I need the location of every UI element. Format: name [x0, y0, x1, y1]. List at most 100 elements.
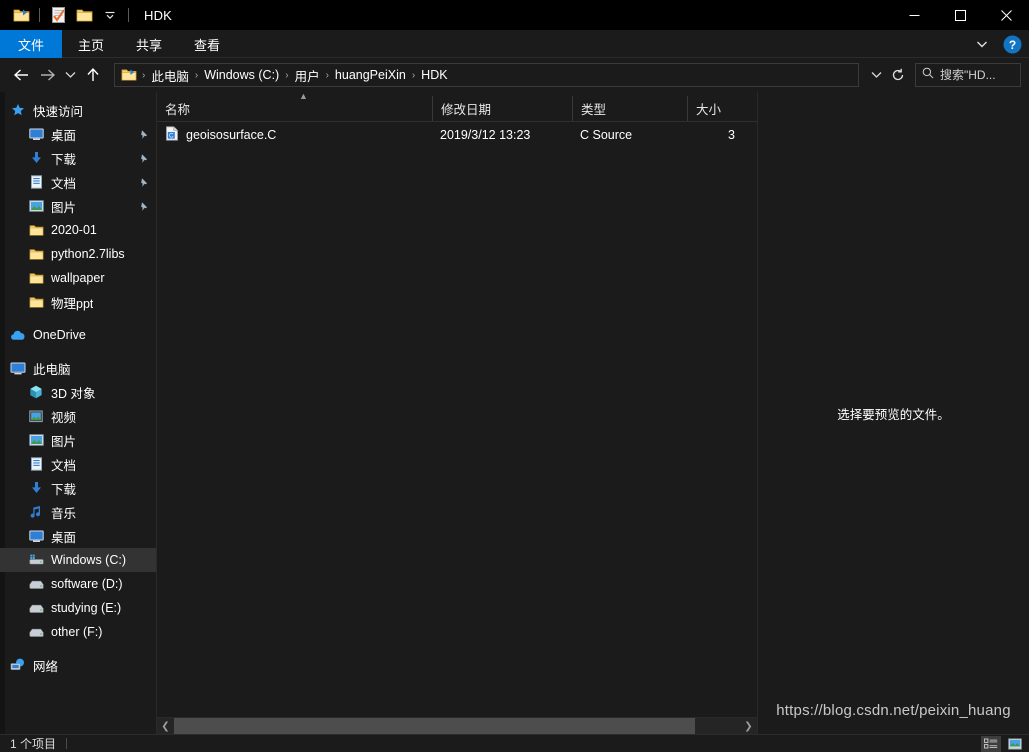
search-input[interactable]	[940, 68, 1014, 82]
sidebar-gap-2	[0, 347, 156, 356]
recent-locations-chevron-down-icon[interactable]	[60, 62, 80, 88]
sidebar-item-2020-01[interactable]: 2020-01	[0, 218, 156, 242]
tab-file[interactable]: 文件	[0, 30, 63, 58]
navigation-pane[interactable]: 快速访问 桌面 下载 文档 图片 2020-01 python2.7libs w…	[0, 92, 157, 734]
sidebar-item-studying-e[interactable]: studying (E:)	[0, 596, 156, 620]
back-button[interactable]	[8, 62, 34, 88]
explorer-body: 快速访问 桌面 下载 文档 图片 2020-01 python2.7libs w…	[0, 91, 1029, 735]
column-header-type[interactable]: 类型	[572, 96, 687, 121]
sidebar-item-documents-pc[interactable]: 文档	[0, 452, 156, 476]
tab-view[interactable]: 查看	[178, 30, 236, 58]
pin-icon[interactable]	[139, 129, 150, 140]
breadcrumb-item-2[interactable]: 用户	[290, 66, 325, 85]
table-row[interactable]: C geoisosurface.C 2019/3/12 13:23 C Sour…	[157, 122, 757, 148]
chevron-right-icon[interactable]: ❯	[740, 718, 757, 735]
sidebar-item-label: 图片	[51, 434, 77, 449]
view-mode-buttons	[981, 735, 1025, 752]
breadcrumb-item-0[interactable]: 此电脑	[146, 66, 194, 85]
file-name-cell[interactable]: C geoisosurface.C	[157, 126, 432, 144]
sidebar-item-label: 桌面	[51, 530, 77, 545]
checklist-icon[interactable]	[45, 3, 71, 27]
watermark-text: https://blog.csdn.net/peixin_huang	[776, 702, 1011, 719]
column-header-date-label: 修改日期	[441, 103, 492, 117]
sidebar-item-label: 下载	[51, 482, 77, 497]
sidebar-item-software-d[interactable]: software (D:)	[0, 572, 156, 596]
large-icons-view-icon[interactable]	[1005, 736, 1025, 752]
column-header-size[interactable]: 大小	[687, 96, 747, 121]
horizontal-scrollbar[interactable]: ❮ ❯	[157, 717, 757, 735]
sidebar-item-onedrive[interactable]: OneDrive	[0, 323, 156, 347]
sidebar-group-quick-access[interactable]: 快速访问	[0, 98, 156, 122]
sidebar-item-documents[interactable]: 文档	[0, 170, 156, 194]
sidebar-item-music[interactable]: 音乐	[0, 500, 156, 524]
sidebar-item-windows-c[interactable]: Windows (C:)	[0, 548, 156, 572]
network-icon	[9, 658, 27, 672]
sidebar-item-label: 视频	[51, 410, 77, 425]
scrollbar-track[interactable]	[174, 717, 740, 735]
sidebar-item-downloads[interactable]: 下载	[0, 146, 156, 170]
folder-properties-icon[interactable]	[8, 3, 34, 27]
up-button[interactable]	[80, 62, 106, 88]
system-drive-icon	[27, 554, 45, 566]
tab-home[interactable]: 主页	[62, 30, 120, 58]
search-box[interactable]	[915, 63, 1021, 87]
maximize-icon[interactable]	[937, 0, 983, 30]
minimize-icon[interactable]	[891, 0, 937, 30]
item-count-label: 1 个项目	[10, 737, 57, 751]
toolbar-divider	[39, 8, 40, 22]
sidebar-item-3d-objects[interactable]: 3D 对象	[0, 380, 156, 404]
sidebar-item-wuli-ppt[interactable]: 物理ppt	[0, 290, 156, 314]
folder-icon	[27, 248, 45, 261]
sidebar-item-pictures[interactable]: 图片	[0, 194, 156, 218]
sidebar-item-label: python2.7libs	[51, 247, 125, 261]
pin-icon[interactable]	[139, 201, 150, 212]
sidebar-item-wallpaper[interactable]: wallpaper	[0, 266, 156, 290]
c-source-file-icon: C	[165, 126, 179, 144]
documents-icon	[27, 457, 45, 471]
file-rows[interactable]: C geoisosurface.C 2019/3/12 13:23 C Sour…	[157, 122, 757, 717]
search-icon	[922, 66, 934, 84]
sidebar-item-other-f[interactable]: other (F:)	[0, 620, 156, 644]
sidebar-item-videos[interactable]: 视频	[0, 404, 156, 428]
breadcrumb-bar[interactable]: › 此电脑 › Windows (C:) › 用户 › huangPeiXin …	[114, 63, 859, 87]
customize-dropdown-icon[interactable]	[97, 3, 123, 27]
column-header-name[interactable]: 名称 ▲	[157, 91, 432, 121]
breadcrumb-item-4[interactable]: HDK	[416, 68, 452, 82]
sidebar-item-desktop-pc[interactable]: 桌面	[0, 524, 156, 548]
sort-ascending-icon: ▲	[299, 91, 308, 101]
sidebar-item-python27libs[interactable]: python2.7libs	[0, 242, 156, 266]
refresh-icon[interactable]	[887, 64, 909, 86]
sidebar-item-downloads-pc[interactable]: 下载	[0, 476, 156, 500]
address-dropdown-chevron-down-icon[interactable]	[865, 64, 887, 86]
sidebar-group-label: 此电脑	[33, 362, 71, 377]
sidebar-item-network[interactable]: 网络	[0, 653, 156, 677]
new-folder-icon[interactable]	[71, 3, 97, 27]
star-icon	[9, 103, 27, 117]
close-icon[interactable]	[983, 0, 1029, 30]
sidebar-group-this-pc[interactable]: 此电脑	[0, 356, 156, 380]
expand-ribbon-chevron-down-icon[interactable]	[971, 32, 993, 56]
sidebar-item-label: 网络	[33, 659, 59, 674]
breadcrumb-item-3[interactable]: huangPeiXin	[330, 68, 411, 82]
column-header-date-modified[interactable]: 修改日期	[432, 96, 572, 121]
chevron-left-icon[interactable]: ❮	[157, 718, 174, 735]
sidebar-gap-3	[0, 644, 156, 653]
folder-icon	[27, 296, 45, 309]
sidebar-item-label: 桌面	[51, 128, 77, 143]
forward-button[interactable]	[34, 62, 60, 88]
file-type-cell: C Source	[580, 128, 633, 142]
sidebar-item-desktop[interactable]: 桌面	[0, 122, 156, 146]
drive-icon	[27, 578, 45, 590]
pin-icon[interactable]	[139, 153, 150, 164]
pin-icon[interactable]	[139, 177, 150, 188]
scrollbar-thumb[interactable]	[174, 717, 695, 735]
preview-pane: 选择要预览的文件。 https://blog.csdn.net/peixin_h…	[758, 92, 1029, 734]
address-bar-buttons	[865, 64, 909, 86]
sidebar-item-pictures-pc[interactable]: 图片	[0, 428, 156, 452]
window-title: HDK	[144, 7, 173, 23]
help-icon[interactable]: ?	[1001, 33, 1023, 55]
details-view-icon[interactable]	[981, 736, 1001, 752]
tab-share[interactable]: 共享	[120, 30, 178, 58]
breadcrumb-item-1[interactable]: Windows (C:)	[199, 68, 284, 82]
column-header-type-label: 类型	[581, 103, 607, 117]
